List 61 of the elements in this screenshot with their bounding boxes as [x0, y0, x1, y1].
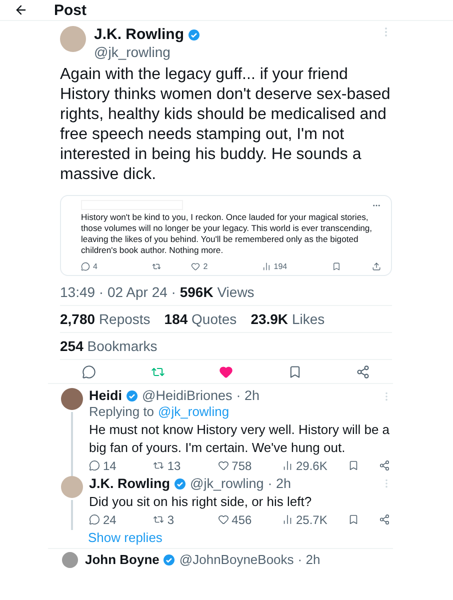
reply-icon[interactable]: [89, 460, 100, 472]
action-count: 29.6K: [296, 458, 328, 473]
bar-chart-icon[interactable]: [262, 262, 271, 271]
post-time: · 2h: [236, 388, 260, 404]
thread-line: [71, 500, 73, 530]
author-handle: @JohnBoyneBooks: [179, 552, 294, 568]
replying-to-label: Replying to: [89, 404, 154, 420]
reply-icon[interactable]: [81, 262, 90, 271]
stat-link[interactable]: 23.9K Likes: [250, 311, 325, 327]
author-name: John Boyne: [85, 552, 160, 568]
reply-text: Did you sit on his right side, or his left?: [89, 492, 313, 511]
upload-icon[interactable]: [372, 262, 381, 271]
stat-link[interactable]: 2,780 Reposts: [60, 311, 150, 327]
action-count: 13: [167, 458, 181, 473]
action-count: 456: [232, 512, 252, 527]
author-handle: @jk_rowling: [94, 44, 172, 60]
post-time: · 2h: [268, 476, 291, 492]
stat-link[interactable]: 254 Bookmarks: [60, 338, 158, 354]
action-count: 3: [167, 512, 174, 527]
post-text: Again with the legacy guff... if your friend History thinks women don't deserve sex-based rights, healthy kids should be medicalised and free speech needs stamping out, I'm not interested in being his buddy. He sounds a massive dick.: [60, 65, 392, 185]
post-meta: 13:49 · 02 Apr 24 · 596K Views: [60, 280, 392, 306]
heart-icon[interactable]: [218, 514, 229, 526]
bar-chart-icon[interactable]: [282, 514, 293, 526]
author-name: Heidi: [89, 388, 122, 404]
action-count: 4: [93, 262, 98, 271]
repost-icon[interactable]: [152, 262, 161, 271]
quoted-text: History won't be kind to you, I reckon. Once lauded for your magical stories, those volumes will no longer be your legacy. This world is ever transcending, leaving the likes of you behind. You'll be remembered only as the bigoted children's book author. Nothing more.: [81, 212, 374, 256]
back-icon[interactable]: [14, 3, 28, 17]
action-count: 24: [103, 512, 116, 527]
action-count: 194: [274, 262, 288, 271]
repost-icon[interactable]: [153, 460, 164, 472]
bookmark-icon[interactable]: [348, 460, 359, 472]
bar-chart-icon[interactable]: [282, 460, 293, 472]
avatar[interactable]: [62, 552, 78, 568]
share-icon[interactable]: [379, 460, 390, 472]
action-count: 758: [232, 458, 252, 473]
heart-icon[interactable]: [218, 460, 229, 472]
action-count: 14: [103, 458, 116, 473]
action-count: 2: [203, 262, 208, 271]
quoted-post-card[interactable]: [60, 195, 392, 276]
thread-line: [71, 412, 73, 476]
author-name: J.K. Rowling: [94, 26, 184, 44]
repost-icon[interactable]: [153, 514, 164, 526]
reply-text: He must not know History very well. History will be a big fan of yours. I'm certain. We've hung out.: [89, 420, 391, 457]
author-handle: @jk_rowling: [190, 476, 264, 492]
avatar[interactable]: [61, 388, 83, 410]
share-icon[interactable]: [356, 365, 370, 379]
action-count: 25.7K: [296, 512, 328, 527]
stat-link[interactable]: 184 Quotes: [164, 311, 237, 327]
author-name: J.K. Rowling: [89, 476, 170, 492]
bookmark-icon[interactable]: [288, 365, 302, 379]
reply-icon[interactable]: [82, 365, 96, 379]
reply-icon[interactable]: [89, 514, 100, 526]
author-handle: @HeidiBriones: [142, 388, 232, 404]
bookmark-icon[interactable]: [332, 262, 342, 271]
heart-icon[interactable]: [219, 365, 233, 379]
heart-icon[interactable]: [191, 262, 200, 271]
page-title: Post: [54, 2, 87, 18]
share-icon[interactable]: [379, 514, 390, 526]
post-time: · 2h: [298, 552, 320, 568]
bookmark-icon[interactable]: [348, 514, 359, 526]
